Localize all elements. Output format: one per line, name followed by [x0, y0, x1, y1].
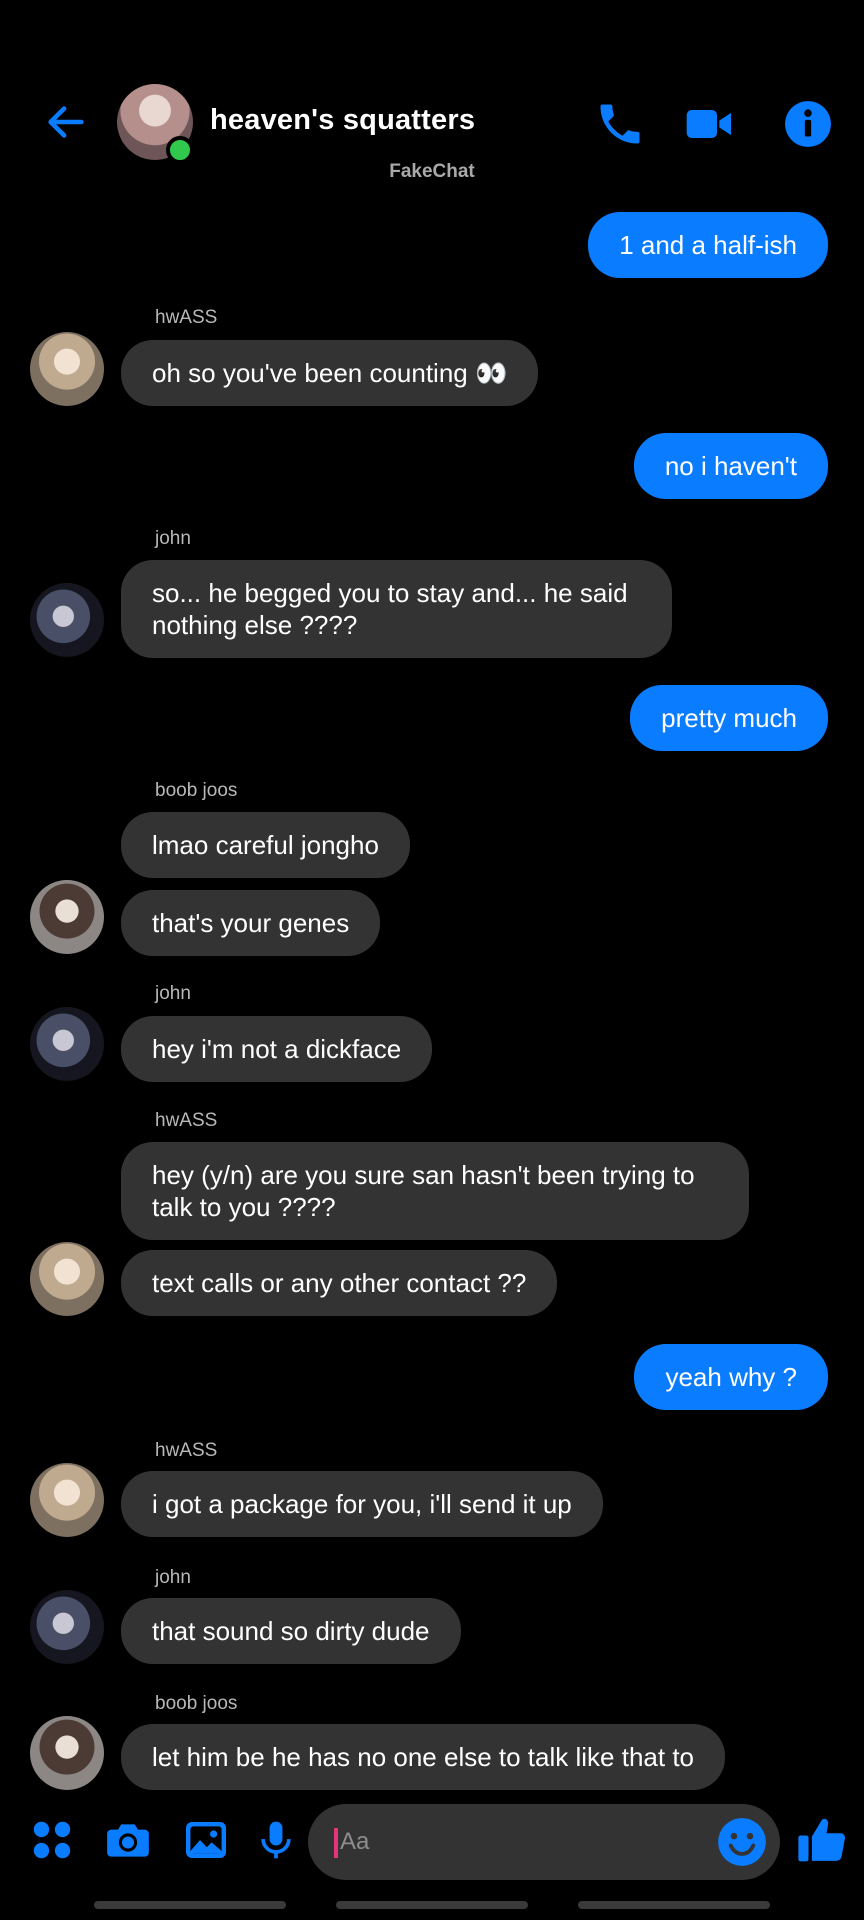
- incoming-message[interactable]: hey (y/n) are you sure san hasn't been t…: [121, 1142, 749, 1240]
- sender-name: hwASS: [155, 1110, 218, 1131]
- gallery-button[interactable]: [178, 1812, 234, 1868]
- incoming-message[interactable]: oh so you've been counting 👀: [121, 340, 539, 406]
- incoming-message[interactable]: let him be he has no one else to talk li…: [121, 1724, 726, 1790]
- message-input-container: [308, 1804, 780, 1880]
- back-button[interactable]: [40, 96, 92, 148]
- camera-button[interactable]: [100, 1812, 156, 1868]
- avatar[interactable]: [30, 332, 104, 406]
- message-list[interactable]: 1 and a half-ish hwASS oh so you've been…: [0, 200, 864, 1790]
- avatar[interactable]: [30, 583, 104, 657]
- nav-recents-button[interactable]: [94, 1901, 286, 1909]
- nav-back-button[interactable]: [578, 1901, 770, 1909]
- info-button[interactable]: [780, 96, 836, 152]
- nav-home-button[interactable]: [336, 1901, 528, 1909]
- sender-name: john: [155, 1567, 191, 1588]
- apps-button[interactable]: [24, 1812, 80, 1868]
- avatar[interactable]: [30, 1242, 104, 1316]
- chat-header: heaven's squatters FakeChat: [0, 0, 864, 200]
- system-nav-bar: [0, 1890, 864, 1920]
- outgoing-message[interactable]: pretty much: [630, 685, 828, 751]
- avatar[interactable]: [30, 1716, 104, 1790]
- phone-icon: [600, 104, 640, 144]
- incoming-message[interactable]: so... he begged you to stay and... he sa…: [121, 560, 672, 658]
- incoming-message[interactable]: text calls or any other contact ??: [121, 1250, 558, 1316]
- avatar[interactable]: [30, 880, 104, 954]
- sender-name: hwASS: [155, 1440, 218, 1461]
- sender-name: hwASS: [155, 307, 218, 328]
- video-camera-icon: [686, 110, 731, 138]
- camera-icon: [107, 1824, 149, 1857]
- sender-name: john: [155, 983, 191, 1004]
- video-call-button[interactable]: [682, 96, 738, 152]
- sender-name: john: [155, 528, 191, 549]
- incoming-message[interactable]: lmao careful jongho: [121, 812, 410, 878]
- outgoing-message[interactable]: no i haven't: [633, 433, 828, 499]
- avatar[interactable]: [30, 1007, 104, 1081]
- chat-title[interactable]: heaven's squatters: [210, 104, 475, 137]
- smiley-icon: [718, 1818, 766, 1866]
- incoming-message[interactable]: that's your genes: [121, 890, 381, 956]
- chat-screen: heaven's squatters FakeChat 1 and a half…: [0, 0, 864, 1920]
- microphone-icon: [261, 1821, 291, 1859]
- outgoing-message[interactable]: yeah why ?: [634, 1344, 828, 1410]
- info-icon: [785, 101, 831, 147]
- incoming-message[interactable]: that sound so dirty dude: [121, 1598, 461, 1664]
- incoming-message[interactable]: hey i'm not a dickface: [121, 1016, 433, 1082]
- avatar[interactable]: [30, 1590, 104, 1664]
- composer-bar: [0, 1790, 864, 1890]
- text-caret: [334, 1828, 338, 1858]
- app-watermark: FakeChat: [389, 161, 475, 182]
- image-icon: [186, 1822, 226, 1858]
- message-input[interactable]: [340, 1804, 700, 1880]
- online-status-dot: [166, 136, 194, 164]
- call-button[interactable]: [592, 96, 648, 152]
- sender-name: boob joos: [155, 780, 238, 801]
- grid-dots-icon: [33, 1821, 71, 1859]
- sender-name: boob joos: [155, 1693, 238, 1714]
- microphone-button[interactable]: [248, 1812, 304, 1868]
- outgoing-message[interactable]: 1 and a half-ish: [588, 212, 828, 278]
- thumbs-up-icon: [798, 1818, 846, 1862]
- back-arrow-icon: [48, 106, 84, 138]
- avatar[interactable]: [30, 1463, 104, 1537]
- like-button[interactable]: [794, 1812, 850, 1868]
- emoji-button[interactable]: [714, 1814, 770, 1870]
- incoming-message[interactable]: i got a package for you, i'll send it up: [121, 1471, 603, 1537]
